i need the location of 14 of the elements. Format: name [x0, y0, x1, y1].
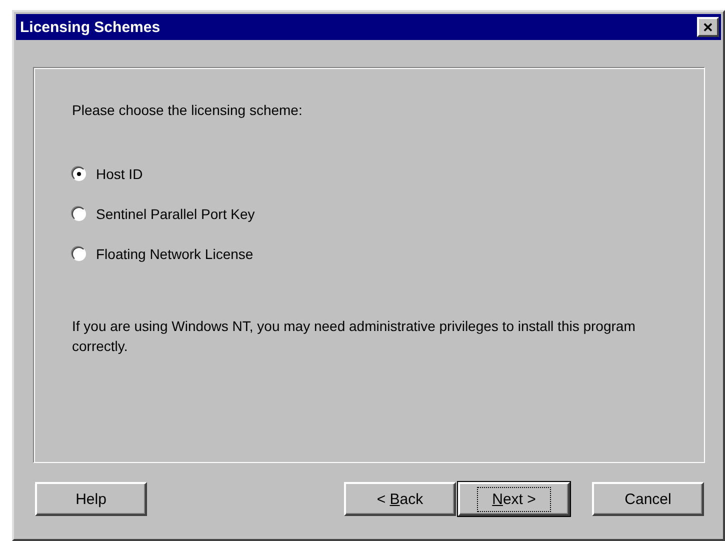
radio-option[interactable]: Sentinel Parallel Port Key	[72, 206, 666, 222]
prompt-text: Please choose the licensing scheme:	[72, 102, 304, 118]
dialog-button[interactable]: < Back	[344, 482, 456, 516]
dialog-button[interactable]: Next >	[458, 482, 570, 516]
dialog-button[interactable]: Cancel	[592, 482, 704, 516]
radio-button[interactable]	[72, 207, 86, 221]
radio-option[interactable]: Host ID	[72, 166, 666, 182]
radio-button[interactable]	[72, 247, 86, 261]
radio-option[interactable]: Floating Network License	[72, 246, 666, 262]
window-title: Licensing Schemes	[20, 18, 160, 36]
note-text: If you are using Windows NT, you may need administrative privileges to install this program correctly.	[72, 317, 636, 356]
close-button[interactable]: ✕	[697, 17, 719, 37]
radio-button[interactable]	[72, 167, 86, 181]
dialog-button[interactable]: Help	[35, 482, 147, 516]
